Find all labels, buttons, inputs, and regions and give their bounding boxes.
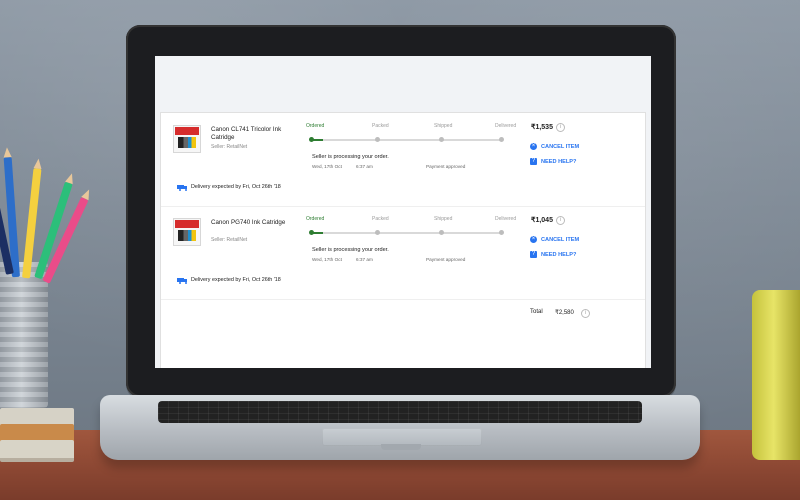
mug <box>752 290 800 460</box>
tracker-dot-shipped <box>439 230 444 235</box>
keyboard <box>158 401 642 423</box>
help-icon[interactable]: ? <box>530 251 537 258</box>
cancel-item-button[interactable]: CANCEL ITEM <box>541 237 579 243</box>
payment-status: Payment approved <box>426 164 466 169</box>
status-ordered: Ordered <box>306 216 325 222</box>
tracker-dot-packed <box>375 230 380 235</box>
order-date: Wed, 17th Oct <box>312 257 342 262</box>
info-icon[interactable]: i <box>556 123 565 132</box>
product-name[interactable]: Canon PG740 Ink Catridge <box>211 219 303 227</box>
base-notch <box>381 444 421 450</box>
tracker-dot-ordered <box>309 137 314 142</box>
cancel-icon[interactable]: × <box>530 143 537 150</box>
pencil-holder <box>0 262 48 408</box>
truck-icon <box>177 278 187 284</box>
status-delivered: Delivered <box>495 216 517 222</box>
order-tracker: Ordered Packed Shipped Delivered Seller … <box>306 216 516 276</box>
ink-cartridge-image <box>178 137 196 148</box>
delivery-estimate: Delivery expected by Fri, Oct 26th '18 <box>191 184 281 190</box>
order-time: 6:37 am <box>356 164 373 169</box>
price: ₹1,535 <box>531 124 553 131</box>
product-label-red <box>175 220 199 228</box>
screen-header-space <box>155 56 651 112</box>
product-thumbnail <box>173 218 201 246</box>
total-value: ₹2,580 <box>555 310 574 316</box>
tracker-line <box>311 232 501 234</box>
status-ordered: Ordered <box>306 123 325 129</box>
help-icon[interactable]: ? <box>530 158 537 165</box>
info-icon[interactable]: i <box>581 309 590 318</box>
order-tracker: Ordered Packed Shipped Delivered Seller … <box>306 123 516 183</box>
status-packed: Packed <box>372 123 389 129</box>
need-help-button[interactable]: NEED HELP? <box>541 252 576 258</box>
tracker-dot-packed <box>375 137 380 142</box>
tracker-dot-delivered <box>499 137 504 142</box>
seller-name: Seller: RetailNet <box>211 144 248 150</box>
product-label-red <box>175 127 199 135</box>
total-row: Total ₹2,580 i <box>161 299 645 329</box>
need-help-button[interactable]: NEED HELP? <box>541 159 576 165</box>
laptop-base <box>100 395 700 460</box>
tracker-dot-delivered <box>499 230 504 235</box>
order-date: Wed, 17th Oct <box>312 164 342 169</box>
status-shipped: Shipped <box>434 123 453 129</box>
tracker-dot-shipped <box>439 137 444 142</box>
status-packed: Packed <box>372 216 389 222</box>
processing-status: Seller is processing your order. <box>312 154 389 160</box>
order-row: Canon CL741 Tricolor Ink Catridge Seller… <box>161 113 645 207</box>
product-name[interactable]: Canon CL741 Tricolor Ink Catridge <box>211 126 303 142</box>
product-thumbnail <box>173 125 201 153</box>
total-label: Total <box>530 309 543 315</box>
delivery-estimate: Delivery expected by Fri, Oct 26th '18 <box>191 277 281 283</box>
cancel-item-button[interactable]: CANCEL ITEM <box>541 144 579 150</box>
processing-status: Seller is processing your order. <box>312 247 389 253</box>
order-time: 6:37 am <box>356 257 373 262</box>
status-delivered: Delivered <box>495 123 517 129</box>
laptop-screen: Canon CL741 Tricolor Ink Catridge Seller… <box>155 56 651 368</box>
seller-name: Seller: RetailNet <box>211 237 248 243</box>
truck-icon <box>177 185 187 191</box>
cancel-icon[interactable]: × <box>530 236 537 243</box>
price: ₹1,045 <box>531 217 553 224</box>
book-stack-book <box>0 440 74 462</box>
ink-cartridge-image <box>178 230 196 241</box>
order-row: Canon PG740 Ink Catridge Seller: RetailN… <box>161 206 645 300</box>
tracker-dot-ordered <box>309 230 314 235</box>
info-icon[interactable]: i <box>556 216 565 225</box>
tracker-line <box>311 139 501 141</box>
payment-status: Payment approved <box>426 257 466 262</box>
orders-panel: Canon CL741 Tricolor Ink Catridge Seller… <box>160 112 646 368</box>
status-shipped: Shipped <box>434 216 453 222</box>
